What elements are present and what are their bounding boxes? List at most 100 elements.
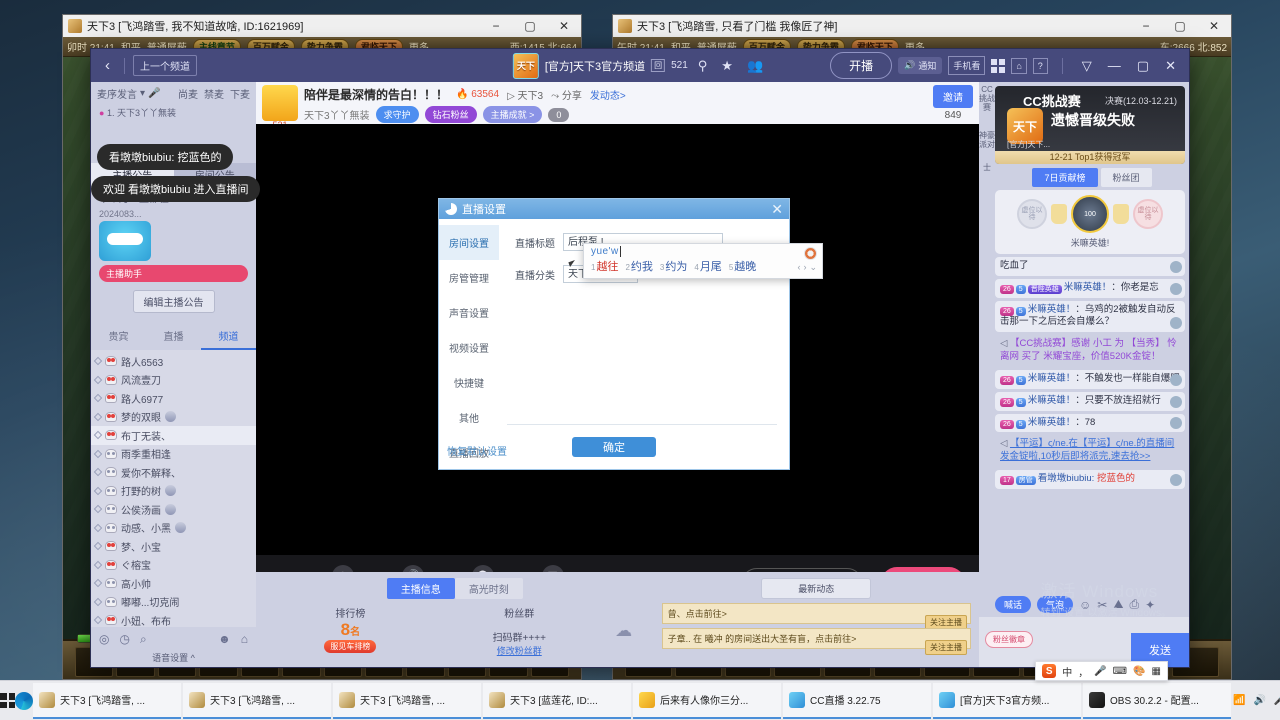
list-item[interactable]: 爱你不解释、 bbox=[91, 463, 256, 482]
chip-viewer-count[interactable]: 0 bbox=[548, 107, 570, 122]
list-item[interactable]: 风流壹刀 bbox=[91, 371, 256, 390]
list-item[interactable]: 梦、小宝 bbox=[91, 537, 256, 556]
tools-icon[interactable]: ▦ bbox=[1152, 666, 1161, 677]
ime-candidate[interactable]: 2约我 bbox=[625, 258, 652, 274]
side-tab-more[interactable]: 士 bbox=[979, 163, 995, 173]
dialog-nav[interactable]: 房间设置 房管管理 声音设置 视频设置 快捷键 其他 直播回放 bbox=[439, 219, 499, 460]
start-live-button[interactable]: 开播 bbox=[830, 52, 893, 79]
list-item[interactable]: 小妞、布布 bbox=[91, 611, 256, 627]
taskbar-task[interactable]: CC直播 3.22.75 bbox=[783, 682, 931, 719]
post-dynamic-link[interactable]: 发动态> bbox=[590, 87, 626, 102]
list-item[interactable]: 嘟嘟...切克闹 bbox=[91, 593, 256, 612]
taskbar-tasks[interactable]: 天下3 [飞鸿踏雪, ... 天下3 [飞鸿踏雪, ... 天下3 [飞鸿踏雪, .… bbox=[33, 682, 1233, 719]
list-item[interactable]: 雨季重相逢 bbox=[91, 445, 256, 464]
fan-badge-button[interactable]: 粉丝徽章 bbox=[985, 631, 1033, 648]
volume-icon[interactable]: 🔊 bbox=[1253, 695, 1265, 706]
notify-button[interactable]: 🔊 通知 bbox=[898, 57, 943, 74]
tab-channel[interactable]: 频道 bbox=[201, 323, 256, 350]
live-settings-dialog[interactable]: 直播设置 ✕ 房间设置房管管理声音设置视频设置快捷键其他直播回放 直播标题 后程… bbox=[438, 198, 790, 470]
mic-link-ban[interactable]: 禁麦 bbox=[204, 86, 224, 101]
list-item[interactable]: 打野的树 bbox=[91, 482, 256, 501]
shout-button[interactable]: 喊话 bbox=[995, 596, 1032, 613]
scissors-icon[interactable]: ✂ bbox=[1097, 598, 1107, 612]
tab-vip[interactable]: 贵宾 bbox=[91, 323, 146, 350]
dialog-nav-item[interactable]: 快捷键 bbox=[439, 365, 499, 400]
dialog-nav-item[interactable]: 房管管理 bbox=[439, 260, 499, 295]
cc-challenge-card[interactable]: CC挑战赛 决赛(12.03-12.21) 天下 遗憾晋级失败 [官方]天下..… bbox=[995, 86, 1185, 164]
keyboard-icon[interactable]: ⌨ bbox=[1113, 666, 1127, 677]
ime-expand-icon[interactable]: ⌄ bbox=[809, 262, 817, 273]
maximize-button[interactable]: ▢ bbox=[513, 19, 547, 33]
share-label[interactable]: ⤳ 分享 bbox=[551, 87, 582, 102]
ime-prev-icon[interactable]: ‹ bbox=[797, 262, 800, 273]
chevron-down-icon[interactable]: ▾ bbox=[140, 88, 145, 99]
mic-icon[interactable]: 🎤 bbox=[1274, 695, 1280, 706]
mic-link-up[interactable]: 尚麦 bbox=[178, 86, 198, 101]
star-icon[interactable]: ✦ bbox=[1145, 598, 1155, 612]
edge-button[interactable] bbox=[15, 691, 33, 710]
prev-channel-button[interactable]: 上一个频道 bbox=[133, 55, 197, 76]
ime-candidate[interactable]: 4月尾 bbox=[694, 258, 721, 274]
mic-icon[interactable]: 🎤 bbox=[1094, 666, 1106, 677]
bell-icon[interactable]: ⌂ bbox=[1011, 57, 1027, 74]
chip-guard[interactable]: 求守护 bbox=[375, 106, 419, 123]
sogou-icon[interactable] bbox=[804, 247, 817, 260]
chat-bubble-icon[interactable]: ☁ bbox=[604, 621, 644, 641]
list-item[interactable]: 路人6977 bbox=[91, 389, 256, 408]
rank-badge[interactable]: 服见车排榜 bbox=[324, 640, 377, 653]
taskbar-task[interactable]: OBS 30.2.2 - 配置... bbox=[1083, 682, 1231, 719]
chip-achievements[interactable]: 主播成就 > bbox=[482, 106, 543, 123]
voice-settings-link[interactable]: 语音设置 ^ bbox=[91, 651, 256, 667]
back-icon[interactable]: ‹ bbox=[99, 57, 116, 74]
side-tab-cc-challenge[interactable]: CC挑战赛 bbox=[979, 85, 995, 112]
dialog-nav-item[interactable]: 声音设置 bbox=[439, 295, 499, 330]
mic-icon[interactable]: 🎤 bbox=[148, 88, 160, 99]
search-icon[interactable]: ⌕ bbox=[140, 632, 147, 647]
ime-next-icon[interactable]: › bbox=[803, 262, 806, 273]
confirm-button[interactable]: 确定 bbox=[572, 437, 656, 457]
close-button[interactable]: ✕ bbox=[547, 19, 581, 33]
chat-author[interactable]: 米嘛英雄！ bbox=[1028, 395, 1076, 406]
fans-edit-link[interactable]: 修改粉丝群 bbox=[435, 644, 604, 657]
list-item[interactable]: 梦的双眼 bbox=[91, 408, 256, 427]
game-window-1-titlebar[interactable]: 天下3 [飞鸿踏雪, 我不知道故啥, ID:1621969] − ▢ ✕ bbox=[63, 15, 581, 37]
star-icon[interactable]: ★ bbox=[717, 58, 737, 74]
side-tab-party[interactable]: 神豪派对 bbox=[979, 132, 995, 150]
emoji-icon[interactable]: ☺ bbox=[1079, 598, 1091, 612]
minimize-button[interactable]: − bbox=[1129, 19, 1163, 33]
ime-candidate[interactable]: 1越往 bbox=[591, 258, 618, 274]
latest-dynamic-button[interactable]: 最新动态 bbox=[761, 578, 872, 599]
chat-messages[interactable]: 吃血了 26 5 晋陛英雄 米嘛英雄！：你老是忘 26 5 米嘛英雄！：乌鸡的2被触发自动反击… bbox=[979, 254, 1189, 592]
close-button[interactable]: ✕ bbox=[1160, 58, 1181, 74]
avatar[interactable]: 521 bbox=[262, 85, 298, 130]
close-icon[interactable]: ✕ bbox=[771, 201, 783, 218]
chat-author[interactable]: 看墩墩biubiu: bbox=[1038, 473, 1095, 484]
taskbar-task[interactable]: 天下3 [飞鸿踏雪, ... bbox=[183, 682, 331, 719]
maximize-button[interactable]: ▢ bbox=[1163, 19, 1197, 33]
taskbar-task[interactable]: [官方]天下3官方频... bbox=[933, 682, 1081, 719]
windows-taskbar[interactable]: 天下3 [飞鸿踏雪, ... 天下3 [飞鸿踏雪, ... 天下3 [飞鸿踏雪, .… bbox=[0, 661, 1280, 720]
window-buttons[interactable]: − ▢ ✕ bbox=[1129, 19, 1231, 33]
grid-icon[interactable] bbox=[991, 58, 1006, 73]
list-item[interactable]: 布丁无装、 bbox=[91, 426, 256, 445]
podium-slot-empty-1[interactable]: 虚位以待 bbox=[1017, 199, 1047, 229]
tab-7day-rank[interactable]: 7日贡献榜 bbox=[1032, 168, 1098, 187]
tab-fan-club[interactable]: 粉丝团 bbox=[1100, 168, 1152, 187]
help-icon[interactable]: ? bbox=[1032, 57, 1048, 74]
minimize-button[interactable]: − bbox=[479, 19, 513, 33]
ime-mode[interactable]: 中 bbox=[1062, 664, 1072, 679]
taskbar-task[interactable]: 后来有人像你三分... bbox=[633, 682, 781, 719]
reset-defaults-link[interactable]: 恢复默认设置 bbox=[447, 443, 507, 458]
chart-icon[interactable]: ⛰ bbox=[1113, 597, 1123, 612]
tab-host-info[interactable]: 主播信息 bbox=[386, 578, 455, 599]
start-button[interactable] bbox=[0, 693, 15, 708]
taskbar-task[interactable]: 天下3 [飞鸿踏雪, ... bbox=[33, 682, 181, 719]
chat-input-area[interactable]: 粉丝徽章 发送 bbox=[979, 617, 1189, 667]
tab-highlights[interactable]: 高光时刻 bbox=[454, 578, 523, 599]
list-item[interactable]: 高小帅 bbox=[91, 574, 256, 593]
ime-candidate[interactable]: 5越晚 bbox=[729, 258, 756, 274]
bubble-button[interactable]: 气泡 bbox=[1037, 596, 1074, 613]
ime-candidates[interactable]: 1越往 2约我 3约为 4月尾 5越晚 ‹ › ⌄ bbox=[584, 257, 822, 274]
sogou-icon[interactable]: S bbox=[1042, 664, 1057, 678]
list-item[interactable]: 路人6563 bbox=[91, 352, 256, 371]
